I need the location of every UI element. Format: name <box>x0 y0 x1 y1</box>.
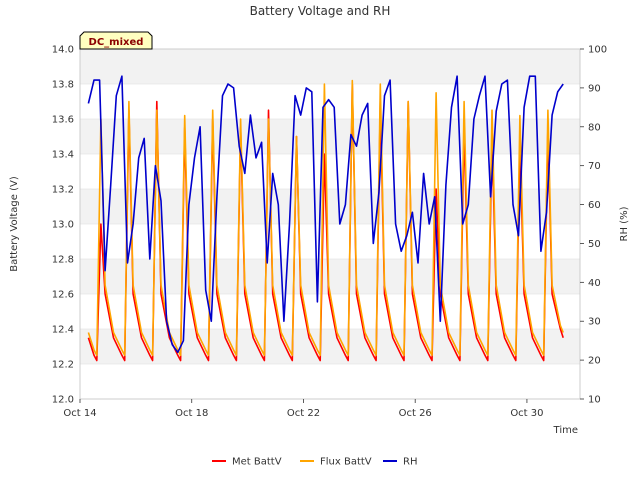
plot-band <box>80 49 580 84</box>
x-axis-ticks: Oct 14 Oct 18 Oct 22 Oct 26 Oct 30 <box>63 399 544 419</box>
y2-tick-label: 20 <box>588 356 601 367</box>
y-tick-label: 13.0 <box>52 220 74 231</box>
y2-axis-ticks: 10 20 30 40 50 60 70 80 90 100 <box>580 45 607 406</box>
x-tick-label: Oct 14 <box>63 408 96 419</box>
chart-title: Battery Voltage and RH <box>250 4 391 18</box>
y2-tick-label: 70 <box>588 161 601 172</box>
badge-label: DC_mixed <box>89 37 144 48</box>
y-tick-label: 13.6 <box>52 115 74 126</box>
dc-mixed-badge: DC_mixed <box>79 31 153 50</box>
y-tick-label: 12.6 <box>52 290 74 301</box>
y-tick-label: 12.0 <box>52 395 74 406</box>
plot-band <box>80 119 580 154</box>
y-axis-label: Battery Voltage (V) <box>9 176 20 272</box>
y2-tick-label: 40 <box>588 278 601 289</box>
y-tick-label: 12.4 <box>52 325 74 336</box>
y-tick-label: 12.8 <box>52 255 74 266</box>
x-axis-label: Time <box>553 425 578 436</box>
y2-tick-label: 10 <box>588 395 601 406</box>
y2-tick-label: 100 <box>588 45 607 56</box>
legend-label-rh: RH <box>403 457 417 468</box>
legend-label-flux-battv: Flux BattV <box>320 457 372 468</box>
y-tick-label: 13.8 <box>52 80 74 91</box>
y-tick-label: 12.2 <box>52 360 74 371</box>
chart: Battery Voltage and RH Oct 14 Oct 18 Oct 2… <box>9 4 630 468</box>
x-tick-label: Oct 22 <box>287 408 320 419</box>
y-tick-label: 13.2 <box>52 185 74 196</box>
y-tick-label: 14.0 <box>52 45 74 56</box>
legend-label-met-battv: Met BattV <box>232 457 282 468</box>
y2-axis-label: RH (%) <box>619 206 630 241</box>
x-tick-label: Oct 18 <box>175 408 208 419</box>
x-tick-label: Oct 30 <box>510 408 543 419</box>
y-tick-label: 13.4 <box>52 150 74 161</box>
y2-tick-label: 80 <box>588 122 601 133</box>
x-tick-label: Oct 26 <box>399 408 432 419</box>
y2-tick-label: 90 <box>588 83 601 94</box>
y-axis-ticks: 12.0 12.2 12.4 12.6 12.8 13.0 13.2 13.4 13.6 13.8… <box>52 45 74 406</box>
legend: Met BattV Flux BattV RH <box>212 457 417 468</box>
y2-tick-label: 60 <box>588 200 601 211</box>
y2-tick-label: 50 <box>588 239 601 250</box>
plot-band <box>80 364 580 399</box>
y2-tick-label: 30 <box>588 317 601 328</box>
